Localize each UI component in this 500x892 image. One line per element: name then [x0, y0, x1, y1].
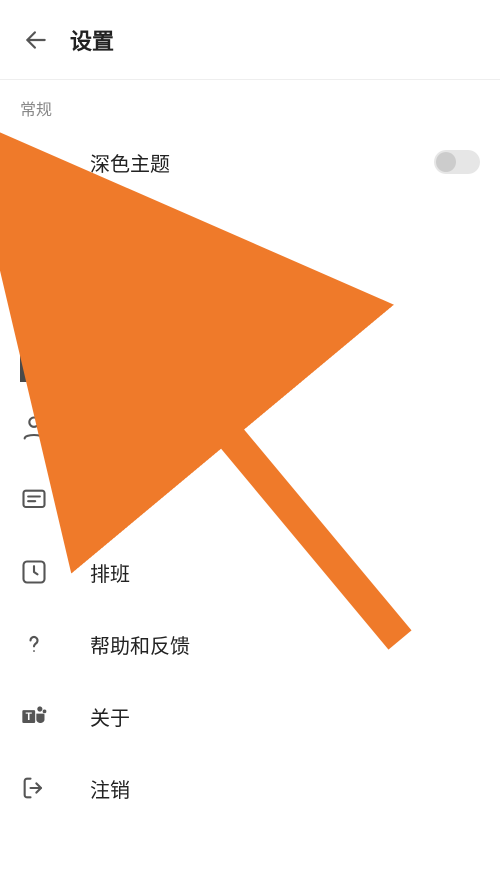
item-about[interactable]: T 关于	[0, 680, 500, 752]
item-signout[interactable]: 注销	[0, 752, 500, 824]
clock-square-icon	[20, 558, 48, 586]
bell-icon	[20, 220, 48, 248]
arrow-left-icon	[23, 27, 49, 53]
redacted-block	[140, 352, 170, 382]
item-notifications[interactable]: 通知	[0, 198, 500, 270]
section-label-general: 常规	[0, 80, 500, 126]
signout-icon	[20, 774, 48, 802]
page-title: 设置	[70, 24, 114, 56]
item-label: 通知	[90, 220, 130, 249]
help-icon	[20, 630, 48, 658]
back-button[interactable]	[20, 24, 52, 56]
item-messages[interactable]: 消息	[0, 464, 500, 536]
data-icon	[20, 292, 48, 320]
item-label: 消息	[90, 486, 130, 515]
dark-theme-toggle[interactable]	[434, 150, 480, 174]
item-data-storage[interactable]: 数据和存储	[0, 270, 500, 342]
redacted-block	[20, 352, 50, 382]
person-icon	[20, 414, 48, 442]
item-label: 关于	[90, 702, 130, 731]
item-profile[interactable]: 个人资料	[0, 392, 500, 464]
header: 设置	[0, 0, 500, 80]
teams-icon: T	[20, 702, 48, 730]
item-label: 个人资料	[90, 414, 170, 443]
item-label: 数据和存储	[90, 292, 190, 321]
message-icon	[20, 486, 48, 514]
item-help[interactable]: 帮助和反馈	[0, 608, 500, 680]
redacted-section	[0, 342, 500, 392]
item-dark-theme[interactable]: 深色主题	[0, 126, 500, 198]
redacted-block	[200, 352, 230, 382]
item-label: 排班	[90, 558, 130, 587]
item-label: 注销	[90, 774, 130, 803]
item-label: 深色主题	[90, 148, 170, 177]
svg-text:T: T	[25, 710, 32, 723]
redacted-block	[80, 352, 110, 382]
item-label: 帮助和反馈	[90, 630, 190, 659]
moon-icon	[20, 148, 48, 176]
item-shifts[interactable]: 排班	[0, 536, 500, 608]
